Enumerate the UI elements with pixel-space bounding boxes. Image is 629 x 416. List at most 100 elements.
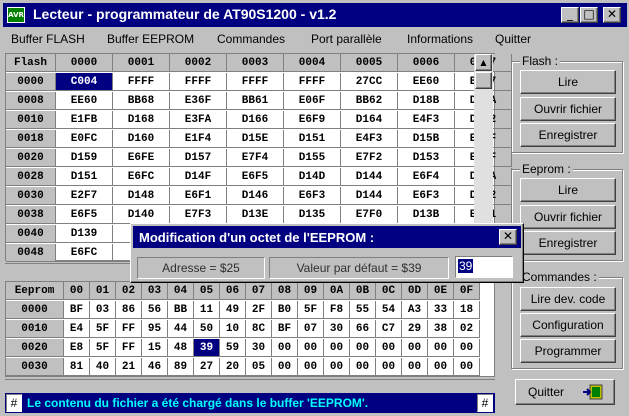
flash-cell[interactable]: EE60 xyxy=(398,73,455,91)
eeprom-cell[interactable]: 29 xyxy=(402,320,428,338)
eeprom-cell[interactable]: 00 xyxy=(324,339,350,357)
flash-cell[interactable]: D146 xyxy=(227,187,284,205)
eeprom-cell[interactable]: 00 xyxy=(272,358,298,376)
menu-buffer-eeprom[interactable]: Buffer EEPROM xyxy=(107,32,194,46)
flash-cell[interactable]: FFFF xyxy=(284,73,341,91)
eeprom-cell[interactable]: 27 xyxy=(194,358,220,376)
eeprom-save-button[interactable]: Enregistrer xyxy=(520,231,616,255)
flash-open-file-button[interactable]: Ouvrir fichier xyxy=(520,97,616,121)
eeprom-cell[interactable]: E4 xyxy=(64,320,90,338)
dialog-title-bar[interactable]: Modification d'un octet de l'EEPROM : ✕ xyxy=(133,226,521,248)
eeprom-cell[interactable]: BB xyxy=(168,301,194,319)
flash-cell[interactable]: D15B xyxy=(398,130,455,148)
eeprom-cell[interactable]: 20 xyxy=(220,358,246,376)
close-button[interactable]: ✕ xyxy=(603,7,621,23)
eeprom-cell[interactable]: 00 xyxy=(350,339,376,357)
eeprom-cell[interactable]: 00 xyxy=(376,358,402,376)
flash-cell[interactable]: E6F5 xyxy=(227,168,284,186)
eeprom-cell[interactable]: 5F xyxy=(90,320,116,338)
flash-cell[interactable]: D140 xyxy=(113,206,170,224)
eeprom-cell[interactable]: 11 xyxy=(194,301,220,319)
flash-cell[interactable]: E6F9 xyxy=(284,111,341,129)
eeprom-cell[interactable]: 00 xyxy=(272,339,298,357)
flash-cell[interactable]: D144 xyxy=(341,187,398,205)
eeprom-cell[interactable]: E8 xyxy=(64,339,90,357)
eeprom-cell[interactable]: 46 xyxy=(142,358,168,376)
eeprom-cell[interactable]: F8 xyxy=(324,301,350,319)
eeprom-cell[interactable]: 55 xyxy=(350,301,376,319)
flash-cell[interactable]: E4F3 xyxy=(341,130,398,148)
flash-cell[interactable]: D157 xyxy=(170,149,227,167)
program-button[interactable]: Programmer xyxy=(520,339,616,363)
flash-cell[interactable]: E6F1 xyxy=(170,187,227,205)
flash-cell[interactable]: BB68 xyxy=(113,92,170,110)
title-bar[interactable]: AVR Lecteur - programmateur de AT90S1200… xyxy=(3,3,627,27)
eeprom-cell[interactable]: 95 xyxy=(142,320,168,338)
flash-cell[interactable]: E2F7 xyxy=(56,187,113,205)
eeprom-cell[interactable]: 00 xyxy=(402,358,428,376)
flash-cell[interactable]: BB61 xyxy=(227,92,284,110)
eeprom-hscroll[interactable] xyxy=(5,379,495,387)
eeprom-cell[interactable]: B0 xyxy=(272,301,298,319)
flash-cell[interactable]: E1FB xyxy=(56,111,113,129)
eeprom-cell[interactable]: 21 xyxy=(116,358,142,376)
eeprom-cell[interactable]: 81 xyxy=(64,358,90,376)
flash-cell[interactable]: D151 xyxy=(56,168,113,186)
flash-cell[interactable]: E7F3 xyxy=(170,206,227,224)
eeprom-open-file-button[interactable]: Ouvrir fichier xyxy=(520,205,616,229)
eeprom-cell[interactable]: A3 xyxy=(402,301,428,319)
flash-save-button[interactable]: Enregistrer xyxy=(520,123,616,147)
flash-cell[interactable]: E6F3 xyxy=(284,187,341,205)
eeprom-cell[interactable]: 03 xyxy=(90,301,116,319)
dialog-close-button[interactable]: ✕ xyxy=(499,229,517,245)
menu-commandes[interactable]: Commandes xyxy=(217,32,285,46)
read-device-code-button[interactable]: Lire dev. code xyxy=(520,287,616,311)
eeprom-cell[interactable]: 00 xyxy=(402,339,428,357)
flash-cell[interactable]: D153 xyxy=(398,149,455,167)
eeprom-cell[interactable]: 02 xyxy=(454,320,480,338)
flash-cell[interactable]: FFFF xyxy=(227,73,284,91)
flash-read-button[interactable]: Lire xyxy=(520,70,616,94)
flash-cell[interactable]: E6F4 xyxy=(398,168,455,186)
eeprom-cell[interactable]: 39 xyxy=(194,339,220,357)
flash-cell[interactable]: E6FC xyxy=(56,244,113,262)
eeprom-cell[interactable]: 00 xyxy=(350,358,376,376)
flash-cell[interactable]: D14F xyxy=(170,168,227,186)
eeprom-cell[interactable]: 2F xyxy=(246,301,272,319)
flash-cell[interactable]: D160 xyxy=(113,130,170,148)
eeprom-cell[interactable]: 38 xyxy=(428,320,454,338)
eeprom-cell[interactable]: 40 xyxy=(90,358,116,376)
eeprom-cell[interactable]: 54 xyxy=(376,301,402,319)
scroll-thumb[interactable] xyxy=(475,72,492,89)
eeprom-cell[interactable]: 48 xyxy=(168,339,194,357)
eeprom-cell[interactable]: 5F xyxy=(298,301,324,319)
eeprom-cell[interactable]: 44 xyxy=(168,320,194,338)
menu-quitter[interactable]: Quitter xyxy=(495,32,531,46)
flash-cell[interactable]: FFFF xyxy=(113,73,170,91)
dialog-value-input[interactable]: 39 xyxy=(455,256,513,278)
eeprom-cell[interactable]: 00 xyxy=(376,339,402,357)
flash-cell[interactable]: E6FC xyxy=(113,168,170,186)
flash-cell[interactable]: E6F3 xyxy=(398,187,455,205)
eeprom-cell[interactable]: 49 xyxy=(220,301,246,319)
eeprom-cell[interactable]: 00 xyxy=(428,358,454,376)
eeprom-cell[interactable]: 00 xyxy=(454,358,480,376)
flash-cell[interactable]: E4F3 xyxy=(398,111,455,129)
eeprom-cell[interactable]: 59 xyxy=(220,339,246,357)
eeprom-cell[interactable]: FF xyxy=(116,320,142,338)
eeprom-cell[interactable]: 10 xyxy=(220,320,246,338)
eeprom-cell[interactable]: 8C xyxy=(246,320,272,338)
flash-cell[interactable]: D166 xyxy=(227,111,284,129)
flash-cell[interactable]: D144 xyxy=(341,168,398,186)
flash-cell[interactable]: D135 xyxy=(284,206,341,224)
flash-cell[interactable]: E7F0 xyxy=(341,206,398,224)
flash-cell[interactable]: D18B xyxy=(398,92,455,110)
flash-cell[interactable]: E1F4 xyxy=(170,130,227,148)
flash-cell[interactable]: BB62 xyxy=(341,92,398,110)
scroll-up-arrow-icon[interactable]: ▲ xyxy=(475,54,492,71)
flash-cell[interactable]: D14D xyxy=(284,168,341,186)
eeprom-cell[interactable]: 50 xyxy=(194,320,220,338)
eeprom-cell[interactable]: 66 xyxy=(350,320,376,338)
eeprom-grid[interactable]: Eeprom 00 01 02 03 04 05 06 07 08 09 0A 0B 0C 0D 0E 0F 00… xyxy=(5,281,495,377)
eeprom-cell[interactable]: 56 xyxy=(142,301,168,319)
